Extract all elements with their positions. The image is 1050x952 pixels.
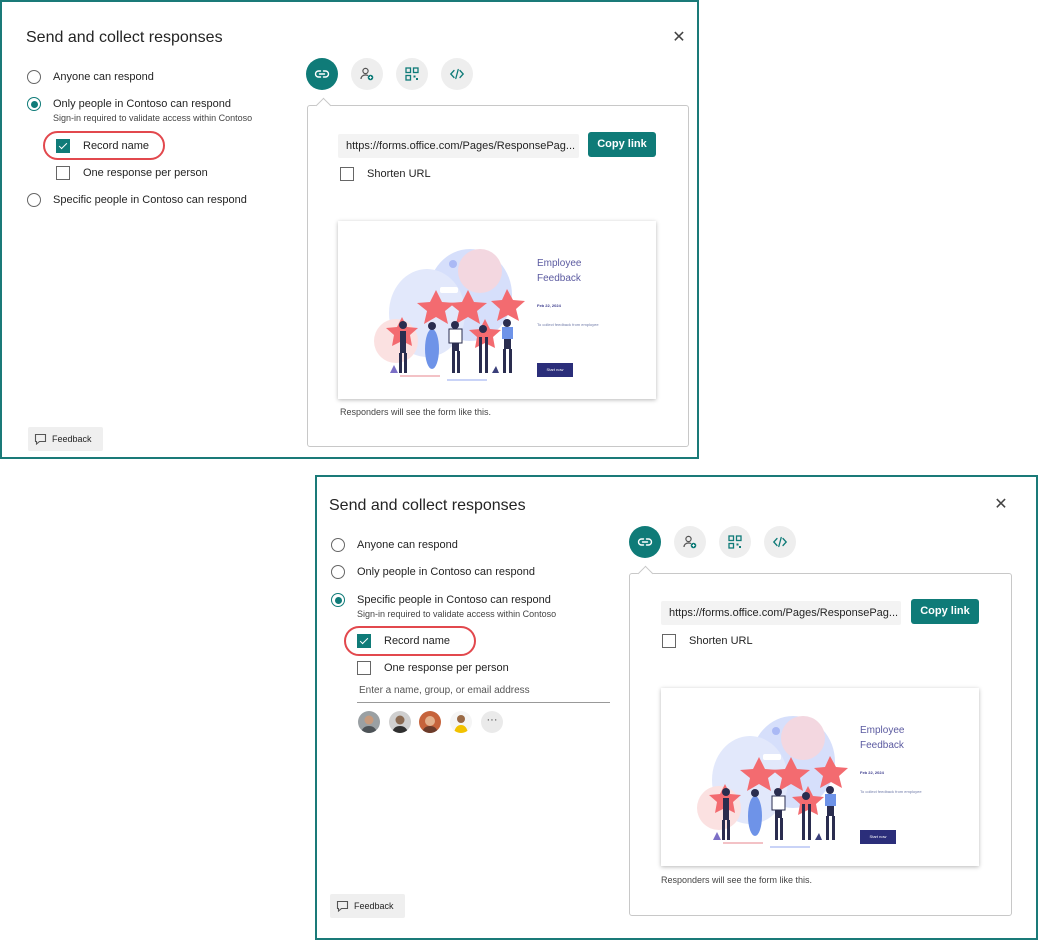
form-preview-card: Employee Feedback Feb 22, 2024 To collec… [338,221,656,399]
embed-code-icon [449,68,465,80]
link-icon [637,538,653,546]
option-only-contoso[interactable]: Only people in Contoso can respond [331,565,535,579]
more-people-button[interactable]: ··· [481,711,503,733]
one-response-row[interactable]: One response per person [357,661,509,675]
avatar[interactable] [358,711,380,733]
option-only-contoso-label: Only people in Contoso can respond [53,98,231,110]
avatar[interactable] [450,711,472,733]
option-anyone-label: Anyone can respond [53,71,154,83]
shorten-url-checkbox[interactable] [662,634,676,648]
send-dialog-specific: Send and collect responses ✕ Anyone can … [315,475,1038,940]
option-only-contoso-label: Only people in Contoso can respond [357,566,535,578]
radio-specific-contoso[interactable] [27,193,41,207]
one-response-checkbox[interactable] [56,166,70,180]
preview-title-line1: Employee [860,725,905,736]
radio-specific-contoso[interactable] [331,593,345,607]
preview-title-line2: Feedback [860,740,904,751]
copy-link-button[interactable]: Copy link [588,132,656,157]
form-url-field[interactable]: https://forms.office.com/Pages/ResponseP… [338,134,579,158]
record-name-checkbox[interactable] [56,139,70,153]
form-preview-card: Employee Feedback Feb 22, 2024 To collec… [661,688,979,866]
comment-icon [336,900,349,912]
preview-title-line2: Feedback [537,273,581,284]
feedback-label: Feedback [354,901,394,911]
people-picker-input[interactable]: Enter a name, group, or email address [357,685,610,703]
signin-note: Sign-in required to validate access with… [53,113,253,123]
qr-code-icon [728,535,742,549]
preview-start-button: Start now [537,363,573,377]
radio-anyone[interactable] [27,70,41,84]
share-people-tab[interactable] [674,526,706,558]
one-response-label: One response per person [384,662,509,674]
qr-code-tab[interactable] [719,526,751,558]
dialog-title: Send and collect responses [329,497,526,514]
qr-code-icon [405,67,419,81]
link-tab[interactable] [306,58,338,90]
preview-start-button: Start now [860,830,896,844]
one-response-row[interactable]: One response per person [56,166,208,180]
radio-only-contoso[interactable] [27,97,41,111]
shorten-url-row[interactable]: Shorten URL [662,634,753,648]
send-dialog-contoso: Send and collect responses ✕ Anyone can … [0,0,699,459]
option-specific-contoso[interactable]: Specific people in Contoso can respond [27,193,247,207]
preview-description: To collect feedback from employee [537,322,599,327]
record-name-checkbox[interactable] [357,634,371,648]
comment-icon [34,433,47,445]
avatar[interactable] [419,711,441,733]
responders-note: Responders will see the form like this. [661,875,813,885]
preview-description: To collect feedback from employee [860,789,922,794]
embed-code-icon [772,536,788,548]
record-name-row[interactable]: Record name [357,634,450,648]
preview-date: Feb 22, 2024 [860,770,884,775]
qr-code-tab[interactable] [396,58,428,90]
dialog-title: Send and collect responses [26,29,223,46]
link-tab[interactable] [629,526,661,558]
record-name-label: Record name [83,140,150,152]
signin-note: Sign-in required to validate access with… [357,609,557,619]
form-url-field[interactable]: https://forms.office.com/Pages/ResponseP… [661,601,901,625]
link-icon [314,70,330,78]
share-people-tab[interactable] [351,58,383,90]
responders-note: Responders will see the form like this. [340,407,492,417]
option-anyone-label: Anyone can respond [357,539,458,551]
record-name-row[interactable]: Record name [56,139,149,153]
avatar[interactable] [389,711,411,733]
employee-illustration [373,248,526,382]
share-people-icon [683,535,697,549]
record-name-label: Record name [384,635,451,647]
share-people-icon [360,67,374,81]
copy-link-button[interactable]: Copy link [911,599,979,624]
shorten-url-label: Shorten URL [367,168,431,180]
feedback-button[interactable]: Feedback [330,894,405,918]
preview-date: Feb 22, 2024 [537,303,561,308]
shorten-url-checkbox[interactable] [340,167,354,181]
option-specific-contoso-label: Specific people in Contoso can respond [53,194,247,206]
feedback-label: Feedback [52,434,92,444]
option-specific-contoso[interactable]: Specific people in Contoso can respond S… [331,593,556,620]
one-response-label: One response per person [83,167,208,179]
close-icon[interactable]: ✕ [669,28,689,48]
embed-tab[interactable] [441,58,473,90]
option-anyone[interactable]: Anyone can respond [27,70,154,84]
one-response-checkbox[interactable] [357,661,371,675]
feedback-button[interactable]: Feedback [28,427,103,451]
option-specific-contoso-label: Specific people in Contoso can respond [357,594,551,606]
shorten-url-label: Shorten URL [689,635,753,647]
radio-anyone[interactable] [331,538,345,552]
shorten-url-row[interactable]: Shorten URL [340,167,431,181]
preview-title-line1: Employee [537,258,582,269]
employee-illustration [696,715,849,849]
radio-only-contoso[interactable] [331,565,345,579]
close-icon[interactable]: ✕ [991,495,1011,515]
embed-tab[interactable] [764,526,796,558]
option-anyone[interactable]: Anyone can respond [331,538,458,552]
option-only-contoso[interactable]: Only people in Contoso can respond Sign-… [27,97,252,124]
